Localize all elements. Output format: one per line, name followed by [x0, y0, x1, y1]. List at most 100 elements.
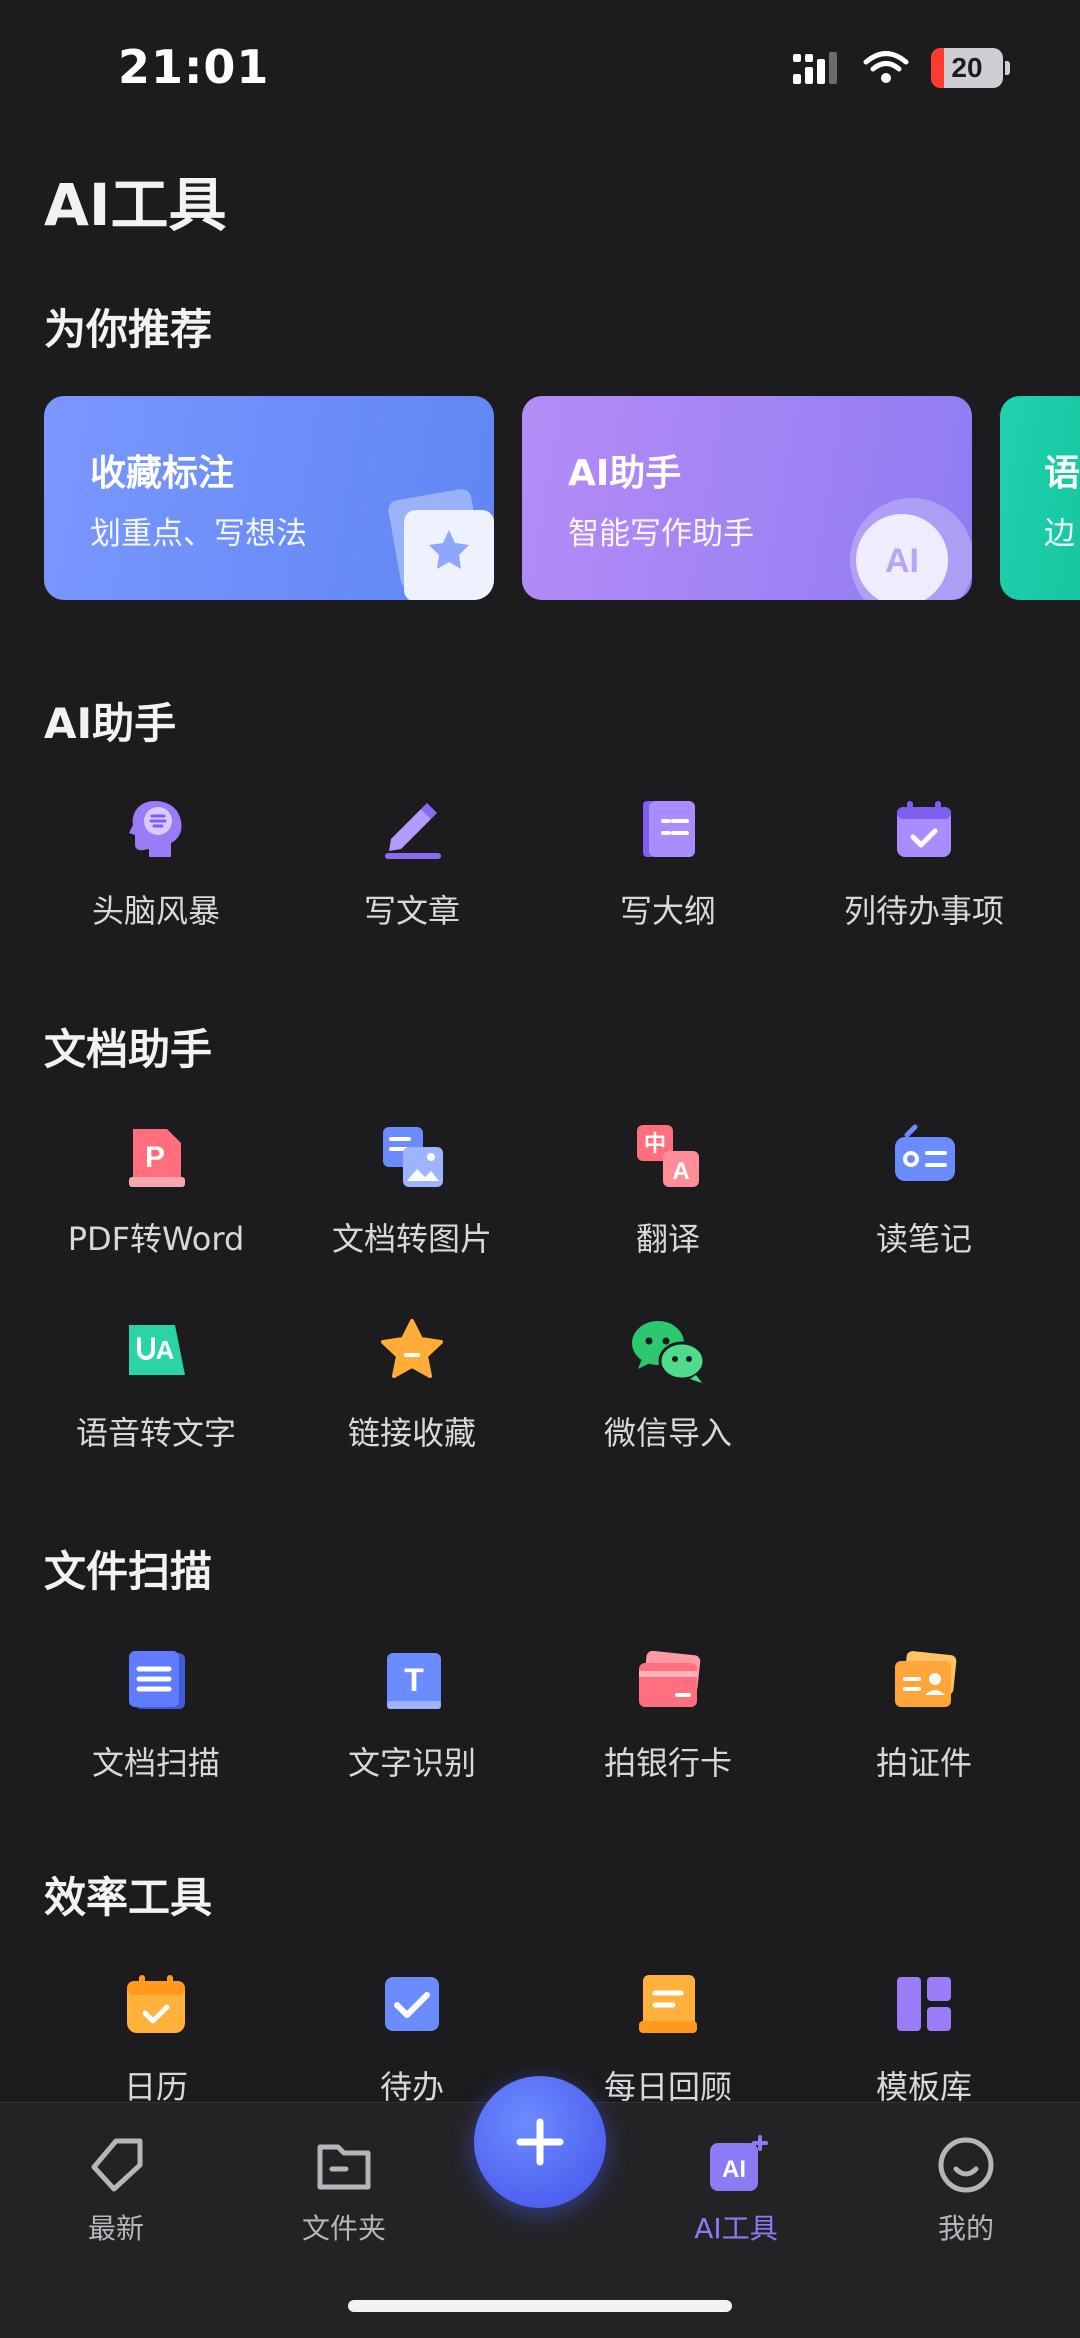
wifi-icon [863, 51, 909, 83]
nav-item-mine[interactable]: 我的 [886, 2133, 1046, 2247]
tool-id-card[interactable]: 拍证件 [796, 1638, 1052, 1784]
nav-label: 我的 [937, 2212, 994, 2245]
tool-label: 微信导入 [603, 1414, 732, 1452]
section-title-recommend: 为你推荐 [44, 305, 213, 354]
section-title-efficiency: 效率工具 [44, 1873, 213, 1922]
pdf-icon: P [114, 1114, 198, 1198]
doc-assistant-grid-row2: A 语音转文字 链接收藏 微信导入 [0, 1308, 1080, 1498]
nav-item-folder[interactable]: 文件夹 [264, 2133, 424, 2247]
ai-tools-badge: AI [722, 2156, 746, 2183]
battery-level: 20 [951, 52, 983, 83]
tool-label: 翻译 [635, 1220, 700, 1258]
template-icon [882, 1962, 966, 2046]
pdf-glyph: P [145, 1141, 165, 1174]
recommend-card-voice[interactable]: 语 边 [1000, 396, 1080, 600]
voice-to-text-icon: A [114, 1308, 198, 1392]
pen-icon [370, 786, 454, 870]
tool-wechat-import[interactable]: 微信导入 [540, 1308, 796, 1454]
wechat-icon [626, 1308, 710, 1392]
tag-icon [91, 2138, 143, 2192]
doc-assistant-grid-row1: P PDF转Word 文档转图片 中 A 翻译 读笔记 [0, 1114, 1080, 1304]
status-icons: 20 [793, 48, 1010, 88]
nav-item-latest[interactable]: 最新 [36, 2133, 196, 2247]
tool-label: 写大纲 [619, 892, 716, 930]
nav-label: 最新 [87, 2212, 144, 2245]
tool-label: 写文章 [363, 892, 460, 930]
status-time: 21:01 [118, 40, 270, 94]
card-subtitle: 边 [1044, 516, 1075, 552]
tool-label: 文档转图片 [331, 1220, 492, 1258]
recommend-carousel[interactable]: 收藏标注 划重点、写想法 AI助手 智能写作助手 AI 语 边 [44, 396, 1080, 600]
recommend-card-bookmark[interactable]: 收藏标注 划重点、写想法 [44, 396, 494, 600]
tool-label: 拍证件 [875, 1744, 972, 1782]
ai-tools-icon: AI [710, 2135, 768, 2191]
plus-icon [516, 2118, 564, 2166]
doc-to-image-icon [370, 1114, 454, 1198]
tool-write-article[interactable]: 写文章 [284, 786, 540, 932]
add-button[interactable] [474, 2076, 606, 2208]
tool-template-library[interactable]: 模板库 [796, 1962, 1052, 2108]
voice-glyph: A [156, 1335, 175, 1365]
tool-label: 列待办事项 [843, 892, 1004, 930]
file-scan-grid: 文档扫描 T 文字识别 拍银行卡 拍证件 [0, 1638, 1080, 1828]
signal-icon [793, 52, 837, 84]
folder-icon [317, 2144, 371, 2190]
nav-item-ai-tools[interactable]: AI AI工具 [656, 2133, 816, 2247]
card-subtitle: 智能写作助手 [568, 516, 754, 552]
tool-read-notes[interactable]: 读笔记 [796, 1114, 1052, 1260]
tool-label: 文字识别 [347, 1744, 476, 1782]
nav-label: 文件夹 [301, 2212, 386, 2245]
tool-write-outline[interactable]: 写大纲 [540, 786, 796, 932]
card-title: 语 [1044, 453, 1080, 494]
battery-indicator: 20 [931, 48, 1003, 88]
translate-glyph-en: A [672, 1158, 689, 1185]
tool-pdf-to-word[interactable]: P PDF转Word [28, 1114, 284, 1260]
tool-link-bookmark[interactable]: 链接收藏 [284, 1308, 540, 1454]
card-title: 收藏标注 [90, 453, 235, 494]
nav-label: AI工具 [694, 2212, 778, 2245]
recommend-card-ai-assistant[interactable]: AI助手 智能写作助手 AI [522, 396, 972, 600]
tool-doc-scan[interactable]: 文档扫描 [28, 1638, 284, 1784]
tool-calendar[interactable]: 日历 [28, 1962, 284, 2108]
home-indicator[interactable] [348, 2300, 732, 2312]
card-title: AI助手 [568, 453, 682, 494]
calendar-icon [114, 1962, 198, 2046]
bank-card-icon [626, 1638, 710, 1722]
tool-label: PDF转Word [67, 1220, 245, 1258]
card-subtitle: 划重点、写想法 [90, 516, 307, 552]
tool-label: 链接收藏 [347, 1414, 476, 1452]
section-title-doc-assistant: 文档助手 [44, 1025, 213, 1074]
text-recognition-icon: T [370, 1638, 454, 1722]
tool-doc-to-image[interactable]: 文档转图片 [284, 1114, 540, 1260]
tool-label: 头脑风暴 [91, 892, 220, 930]
tool-bank-card[interactable]: 拍银行卡 [540, 1638, 796, 1784]
id-card-icon [882, 1638, 966, 1722]
text-recognition-glyph: T [404, 1662, 424, 1698]
tool-todo-list[interactable]: 列待办事项 [796, 786, 1052, 932]
todo-calendar-icon [882, 786, 966, 870]
status-bar: 21:01 20 [0, 0, 1080, 140]
page-title: AI工具 [44, 171, 227, 239]
ai-assistant-grid: 头脑风暴 写文章 写大纲 列待办事项 [0, 786, 1080, 976]
tool-text-recognition[interactable]: T 文字识别 [284, 1638, 540, 1784]
tool-todo[interactable]: 待办 [284, 1962, 540, 2108]
radio-icon [882, 1114, 966, 1198]
daily-review-icon [626, 1962, 710, 2046]
tool-voice-to-text[interactable]: A 语音转文字 [28, 1308, 284, 1454]
ai-badge-icon: AI [850, 498, 972, 600]
translate-icon: 中 A [626, 1114, 710, 1198]
outline-icon [626, 786, 710, 870]
link-star-icon [370, 1308, 454, 1392]
tool-daily-review[interactable]: 每日回顾 [540, 1962, 796, 2108]
section-title-ai-assistant: AI助手 [44, 699, 177, 748]
tool-brainstorm[interactable]: 头脑风暴 [28, 786, 284, 932]
tool-label: 拍银行卡 [603, 1744, 732, 1782]
smile-icon [938, 2137, 994, 2193]
brain-icon [114, 786, 198, 870]
ai-badge-text: AI [885, 542, 919, 580]
tool-label: 语音转文字 [75, 1414, 236, 1452]
section-title-file-scan: 文件扫描 [44, 1547, 213, 1596]
tool-label: 文档扫描 [91, 1744, 220, 1782]
tool-translate[interactable]: 中 A 翻译 [540, 1114, 796, 1260]
checkbox-icon [370, 1962, 454, 2046]
